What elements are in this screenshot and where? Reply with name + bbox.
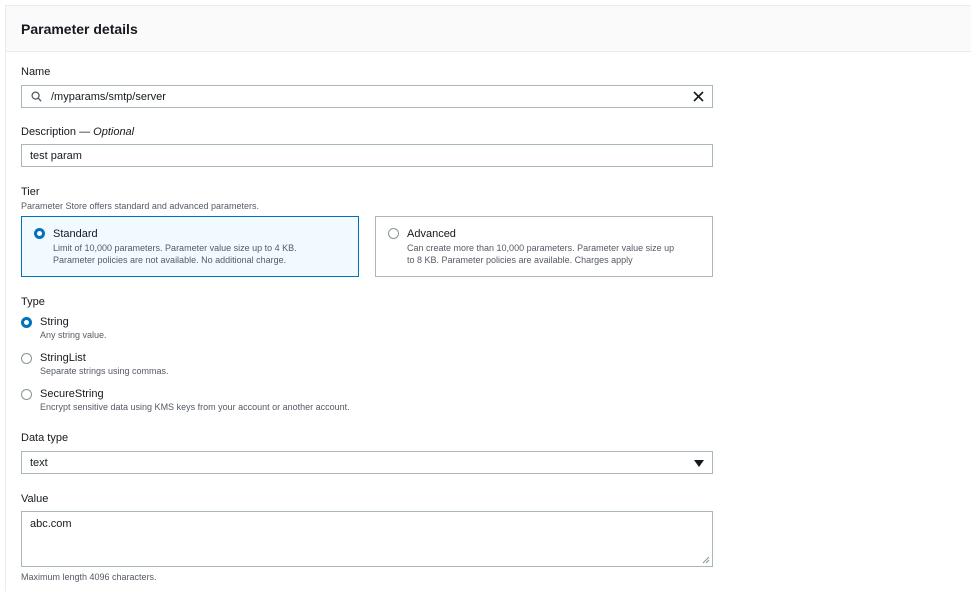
value-label: Value bbox=[21, 493, 49, 505]
stringlist-label: StringList bbox=[40, 352, 86, 364]
tier-hint: Parameter Store offers standard and adva… bbox=[21, 201, 259, 211]
data-type-select[interactable]: text bbox=[21, 451, 713, 474]
description-input[interactable]: test param bbox=[21, 144, 713, 167]
panel-title: Parameter details bbox=[21, 21, 138, 37]
data-type-label: Data type bbox=[21, 432, 69, 444]
standard-desc-line1: Limit of 10,000 parameters. Parameter va… bbox=[53, 243, 297, 253]
stringlist-radio[interactable] bbox=[21, 353, 32, 364]
tier-option-standard[interactable]: Standard Limit of 10,000 parameters. Par… bbox=[21, 216, 359, 277]
advanced-desc-line1: Can create more than 10,000 parameters. … bbox=[407, 243, 675, 253]
standard-label: Standard bbox=[53, 228, 98, 240]
description-label: Description — Optional bbox=[21, 126, 134, 138]
string-description: Any string value. bbox=[40, 330, 107, 340]
optional-tag: — Optional bbox=[79, 126, 135, 138]
data-type-value: text bbox=[30, 457, 48, 469]
stringlist-description: Separate strings using commas. bbox=[40, 366, 169, 376]
string-label: String bbox=[40, 316, 69, 328]
securestring-label: SecureString bbox=[40, 388, 104, 400]
tier-label: Tier bbox=[21, 186, 40, 198]
type-label: Type bbox=[21, 296, 45, 308]
standard-radio[interactable] bbox=[34, 228, 45, 239]
description-label-text: Description bbox=[21, 126, 77, 138]
resize-handle-icon[interactable] bbox=[702, 556, 710, 564]
advanced-desc-line2: to 8 KB. Parameter policies are availabl… bbox=[407, 255, 633, 265]
name-value: /myparams/smtp/server bbox=[51, 91, 166, 103]
advanced-description: Can create more than 10,000 parameters. … bbox=[407, 242, 707, 266]
securestring-description: Encrypt sensitive data using KMS keys fr… bbox=[40, 402, 350, 412]
standard-desc-line2: Parameter policies are not available. No… bbox=[53, 255, 287, 265]
caret-down-icon bbox=[694, 460, 704, 467]
tier-option-advanced[interactable]: Advanced Can create more than 10,000 par… bbox=[375, 216, 713, 277]
name-label: Name bbox=[21, 66, 51, 78]
name-input[interactable]: /myparams/smtp/server bbox=[21, 85, 713, 108]
string-radio[interactable] bbox=[21, 317, 32, 328]
value-hint: Maximum length 4096 characters. bbox=[21, 572, 157, 582]
panel-header: Parameter details bbox=[6, 6, 971, 52]
description-value: test param bbox=[30, 150, 82, 162]
advanced-label: Advanced bbox=[407, 228, 456, 240]
value-text: abc.com bbox=[30, 518, 72, 530]
standard-description: Limit of 10,000 parameters. Parameter va… bbox=[53, 242, 353, 266]
value-textarea[interactable]: abc.com bbox=[21, 511, 713, 567]
advanced-radio[interactable] bbox=[388, 228, 399, 239]
securestring-radio[interactable] bbox=[21, 389, 32, 400]
close-icon[interactable] bbox=[692, 90, 705, 103]
search-icon bbox=[31, 91, 42, 102]
